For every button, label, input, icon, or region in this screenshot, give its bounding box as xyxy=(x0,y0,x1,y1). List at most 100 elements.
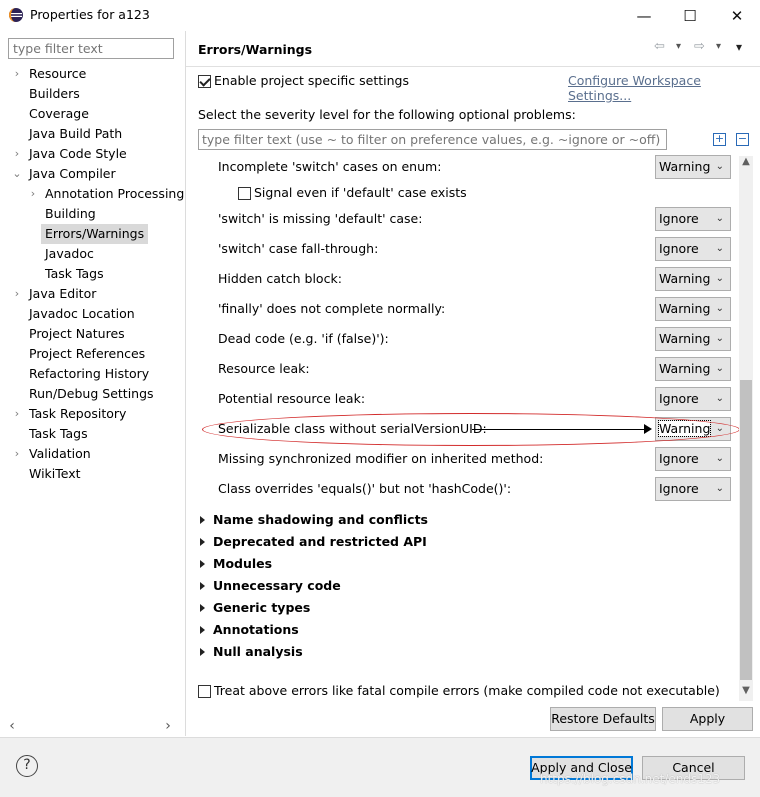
tree-item[interactable]: Run/Debug Settings xyxy=(8,384,184,404)
tree-item[interactable]: Coverage xyxy=(8,104,184,124)
tree-item-label: Project Natures xyxy=(29,326,125,341)
highlight-ellipse xyxy=(202,413,740,446)
tree-item[interactable]: › Annotation Processing xyxy=(8,184,184,204)
tree-item-label: Javadoc Location xyxy=(29,306,135,321)
tree-item[interactable]: Java Build Path xyxy=(8,124,184,144)
option-label: Missing synchronized modifier on inherit… xyxy=(218,451,544,466)
tree-item[interactable]: › Java Code Style xyxy=(8,144,184,164)
tree-item[interactable]: WikiText xyxy=(8,464,184,484)
expand-arrow-icon[interactable]: › xyxy=(12,64,22,84)
minimize-button[interactable]: — xyxy=(621,0,667,31)
chevron-down-icon: ⌄ xyxy=(715,243,724,254)
severity-select[interactable]: Warning ⌄ xyxy=(655,357,731,381)
section-header[interactable]: Null analysis xyxy=(200,644,303,659)
tree-item[interactable]: Task Tags xyxy=(8,424,184,444)
tree-item[interactable]: › Resource xyxy=(8,64,184,84)
expand-triangle-icon xyxy=(200,559,205,568)
configure-workspace-link[interactable]: Configure Workspace Settings... xyxy=(568,73,760,103)
section-header[interactable]: Generic types xyxy=(200,600,310,615)
tree-horizontal-scrollbar[interactable]: ‹ › xyxy=(0,716,184,736)
scrollbar-thumb[interactable] xyxy=(740,380,752,680)
treat-fatal-label[interactable]: Treat above errors like fatal compile er… xyxy=(214,683,720,698)
pane-divider[interactable] xyxy=(185,31,186,736)
section-label: Name shadowing and conflicts xyxy=(213,512,428,527)
chevron-down-icon: ⌄ xyxy=(715,483,724,494)
scroll-up-icon[interactable]: ▲ xyxy=(739,156,753,170)
signal-default-label[interactable]: Signal even if 'default' case exists xyxy=(254,185,467,200)
section-header[interactable]: Unnecessary code xyxy=(200,578,341,593)
severity-select[interactable]: Warning ⌄ xyxy=(655,297,731,321)
section-header[interactable]: Deprecated and restricted API xyxy=(200,534,427,549)
option-label: 'switch' is missing 'default' case: xyxy=(218,211,423,226)
collapse-all-icon[interactable]: − xyxy=(736,133,749,146)
tree-item[interactable]: Javadoc xyxy=(8,244,184,264)
expand-arrow-icon[interactable]: › xyxy=(12,284,22,304)
severity-select[interactable]: Warning ⌄ xyxy=(655,327,731,351)
expand-triangle-icon xyxy=(200,647,205,656)
apply-button[interactable]: Apply xyxy=(662,707,753,731)
section-header[interactable]: Name shadowing and conflicts xyxy=(200,512,428,527)
scroll-down-icon[interactable]: ▼ xyxy=(739,685,753,699)
tree-item-label: Java Compiler xyxy=(29,166,116,181)
expand-triangle-icon xyxy=(200,603,205,612)
expand-arrow-icon[interactable]: › xyxy=(28,184,38,204)
severity-value: Warning xyxy=(659,361,711,376)
forward-arrow-icon[interactable]: ⇨ xyxy=(694,39,705,54)
expand-arrow-icon[interactable]: › xyxy=(12,144,22,164)
chevron-down-icon: ⌄ xyxy=(715,363,724,374)
tree-item[interactable]: › Java Editor xyxy=(8,284,184,304)
expand-triangle-icon xyxy=(200,515,205,524)
tree-item-label: Java Editor xyxy=(29,286,97,301)
section-label: Deprecated and restricted API xyxy=(213,534,427,549)
severity-select[interactable]: Ignore ⌄ xyxy=(655,237,731,261)
preference-filter-input[interactable] xyxy=(198,129,667,150)
severity-select[interactable]: Ignore ⌄ xyxy=(655,477,731,501)
signal-default-checkbox[interactable] xyxy=(238,187,251,200)
severity-select[interactable]: Ignore ⌄ xyxy=(655,447,731,471)
enable-specific-checkbox[interactable] xyxy=(198,75,211,88)
tree-item[interactable]: ⌄ Java Compiler xyxy=(8,164,184,184)
tree-item[interactable]: Building xyxy=(8,204,184,224)
tree-item[interactable]: › Validation xyxy=(8,444,184,464)
tree-item[interactable]: Builders xyxy=(8,84,184,104)
severity-select[interactable]: Ignore ⌄ xyxy=(655,207,731,231)
severity-select[interactable]: Warning ⌄ xyxy=(655,155,731,179)
help-icon[interactable]: ? xyxy=(16,755,38,777)
scroll-left-icon[interactable]: ‹ xyxy=(4,716,20,736)
tree-item-label: Javadoc xyxy=(45,246,94,261)
view-menu-icon[interactable]: ▾ xyxy=(736,40,742,54)
tree-item[interactable]: Javadoc Location xyxy=(8,304,184,324)
tree-item[interactable]: › Task Repository xyxy=(8,404,184,424)
section-header[interactable]: Modules xyxy=(200,556,272,571)
eclipse-app-icon xyxy=(9,8,23,22)
chevron-down-icon: ⌄ xyxy=(715,273,724,284)
enable-specific-label[interactable]: Enable project specific settings xyxy=(214,73,409,88)
severity-select[interactable]: Warning ⌄ xyxy=(655,267,731,291)
severity-value: Warning xyxy=(659,271,711,286)
collapse-arrow-icon[interactable]: ⌄ xyxy=(12,164,22,184)
close-button[interactable]: ✕ xyxy=(714,0,760,31)
option-label: Dead code (e.g. 'if (false)'): xyxy=(218,331,389,346)
chevron-down-icon: ⌄ xyxy=(715,303,724,314)
back-menu-icon[interactable]: ▾ xyxy=(676,41,681,52)
tree-item[interactable]: Errors/Warnings xyxy=(8,224,184,244)
restore-defaults-button[interactable]: Restore Defaults xyxy=(550,707,656,731)
severity-value: Ignore xyxy=(659,211,699,226)
back-arrow-icon[interactable]: ⇦ xyxy=(654,39,665,54)
tree-item[interactable]: Project References xyxy=(8,344,184,364)
treat-fatal-checkbox[interactable] xyxy=(198,685,211,698)
scroll-right-icon[interactable]: › xyxy=(160,716,176,736)
expand-arrow-icon[interactable]: › xyxy=(12,404,22,424)
severity-value: Warning xyxy=(659,331,711,346)
tree-item[interactable]: Task Tags xyxy=(8,264,184,284)
section-header[interactable]: Annotations xyxy=(200,622,299,637)
tree-item-label: Task Tags xyxy=(45,266,104,281)
expand-arrow-icon[interactable]: › xyxy=(12,444,22,464)
forward-menu-icon[interactable]: ▾ xyxy=(716,41,721,52)
maximize-button[interactable]: ☐ xyxy=(667,0,713,31)
tree-item[interactable]: Project Natures xyxy=(8,324,184,344)
severity-select[interactable]: Ignore ⌄ xyxy=(655,387,731,411)
left-filter-input[interactable] xyxy=(8,38,174,59)
tree-item[interactable]: Refactoring History xyxy=(8,364,184,384)
expand-all-icon[interactable]: + xyxy=(713,133,726,146)
